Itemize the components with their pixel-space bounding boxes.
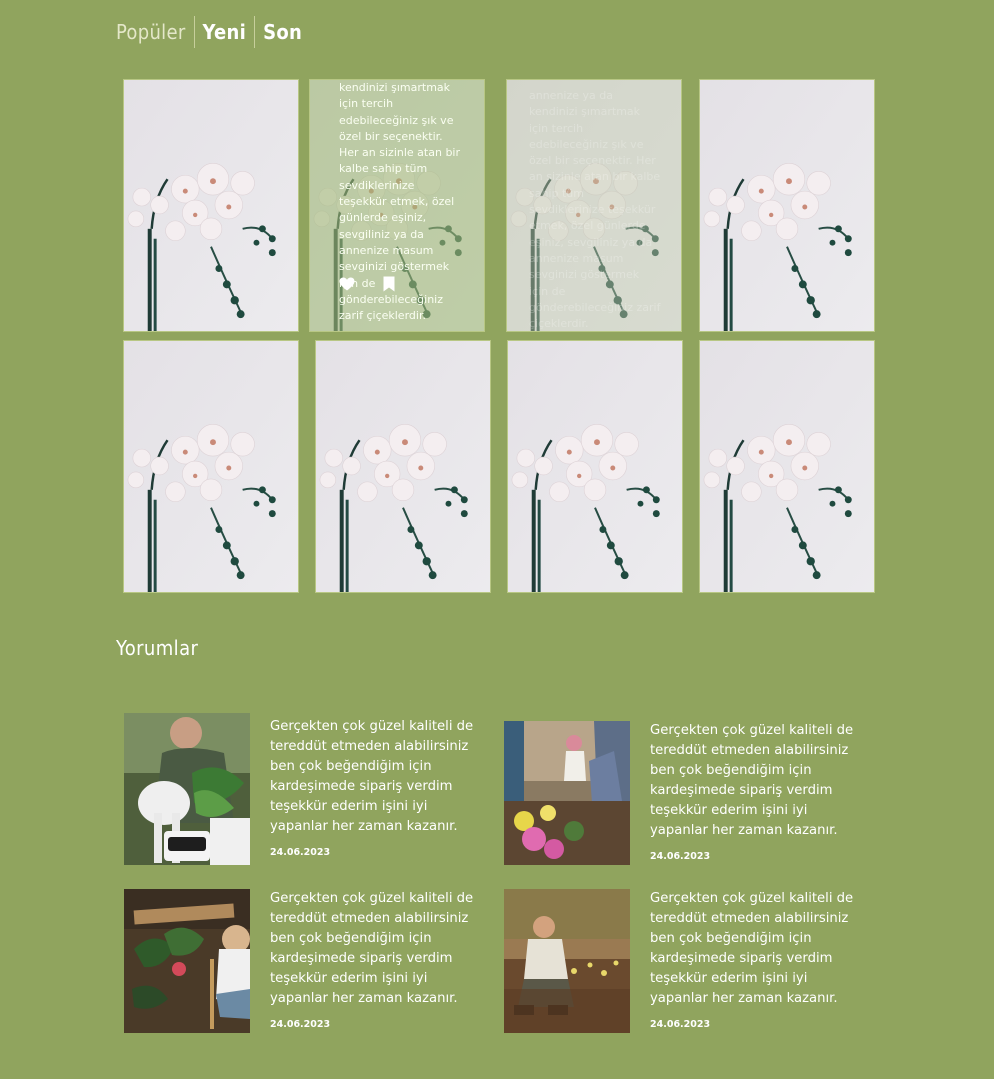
review-date: 24.06.2023	[270, 1019, 331, 1030]
orchid-photo	[124, 341, 298, 592]
review-text: Gerçekten çok güzel kaliteli de tereddüt…	[270, 719, 474, 834]
reviewer-photo	[124, 713, 250, 865]
gallery-card[interactable]: kendinizi şımartmak için tercih edebilec…	[309, 79, 485, 332]
card-description: annenize ya da kendinizi şımartmak için …	[529, 89, 661, 331]
gallery-card[interactable]	[699, 79, 875, 332]
review-item: Gerçekten çok güzel kaliteli de tereddüt…	[504, 721, 864, 865]
review-date: 24.06.2023	[650, 851, 711, 862]
review-text: Gerçekten çok güzel kaliteli de tereddüt…	[650, 891, 854, 1006]
review-text: Gerçekten çok güzel kaliteli de tereddüt…	[270, 891, 474, 1006]
reviewer-photo	[504, 721, 630, 865]
bookmark-icon[interactable]	[383, 276, 395, 296]
card-actions	[339, 276, 395, 296]
review-date: 24.06.2023	[650, 1019, 711, 1030]
orchid-photo	[508, 341, 682, 592]
tab-last[interactable]: Son	[263, 16, 302, 48]
gallery-card[interactable]	[315, 340, 491, 593]
tab-divider	[193, 16, 195, 48]
gallery-card[interactable]	[507, 340, 683, 593]
tab-new[interactable]: Yeni	[203, 16, 247, 48]
card-hover-overlay: kendinizi şımartmak için tercih edebilec…	[310, 80, 484, 331]
orchid-photo	[700, 80, 874, 331]
orchid-photo	[316, 341, 490, 592]
gallery-card[interactable]	[123, 79, 299, 332]
review-text: Gerçekten çok güzel kaliteli de tereddüt…	[650, 723, 854, 838]
card-hover-overlay: annenize ya da kendinizi şımartmak için …	[507, 80, 681, 331]
orchid-photo	[124, 80, 298, 331]
review-item: Gerçekten çok güzel kaliteli de tereddüt…	[124, 889, 484, 1033]
review-item: Gerçekten çok güzel kaliteli de tereddüt…	[124, 713, 484, 865]
gallery-card[interactable]	[123, 340, 299, 593]
tab-divider	[254, 16, 256, 48]
review-date: 24.06.2023	[270, 847, 331, 858]
reviewer-photo	[124, 889, 250, 1033]
orchid-photo	[700, 341, 874, 592]
gallery-card[interactable]	[699, 340, 875, 593]
tab-popular[interactable]: Popüler	[116, 16, 186, 48]
reviews-title: Yorumlar	[116, 636, 199, 660]
gallery-card[interactable]: annenize ya da kendinizi şımartmak için …	[506, 79, 682, 332]
reviewer-photo	[504, 889, 630, 1033]
gallery-tabs: Popüler Yeni Son	[116, 16, 302, 48]
review-item: Gerçekten çok güzel kaliteli de tereddüt…	[504, 889, 864, 1033]
heart-icon[interactable]	[339, 276, 355, 296]
